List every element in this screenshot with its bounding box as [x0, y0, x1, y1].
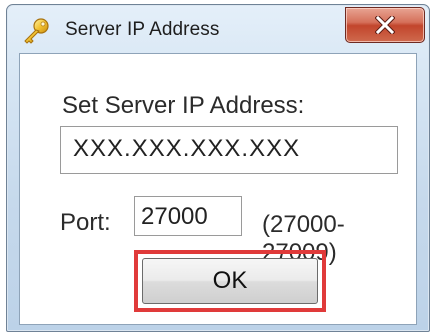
ip-prompt-label: Set Server IP Address: — [62, 92, 305, 119]
window-title: Server IP Address — [65, 19, 220, 40]
dialog-body: Set Server IP Address: XXX.XXX.XXX.XXX P… — [19, 53, 417, 325]
server-ip-dialog: Server IP Address Set Server IP Address:… — [6, 4, 430, 332]
close-icon — [374, 14, 396, 36]
close-button[interactable] — [345, 7, 425, 43]
port-label: Port: — [60, 209, 111, 236]
ok-button-highlight: OK — [134, 250, 326, 312]
key-icon — [21, 17, 51, 45]
ok-button[interactable]: OK — [142, 258, 318, 304]
title-bar[interactable]: Server IP Address — [7, 5, 429, 53]
port-input[interactable]: 27000 — [134, 196, 242, 236]
ip-address-input[interactable]: XXX.XXX.XXX.XXX — [60, 126, 398, 174]
